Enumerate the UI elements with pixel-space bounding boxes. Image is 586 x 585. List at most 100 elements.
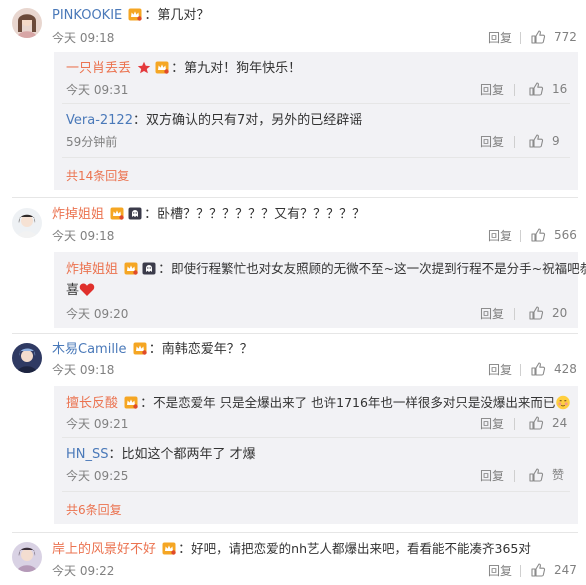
comment-line: 木易Camille ：南韩恋爱年？？ (52, 341, 253, 359)
reply-text: 喜 (66, 283, 80, 298)
reply-button[interactable]: 回复 (480, 82, 504, 98)
like-count: 20 (552, 306, 568, 320)
like-count: 16 (552, 82, 568, 96)
reply-button[interactable]: 回复 (480, 134, 504, 150)
username[interactable]: 一只肖丢丢 (66, 61, 131, 76)
separator: ： (171, 61, 185, 76)
reply-text: 不是恋爱年 只是全爆出来了 也许1716年也一样很多对只是没爆出来而已 (153, 395, 556, 410)
separator: ： (132, 113, 146, 128)
like-thumb-icon (530, 29, 546, 45)
avatar[interactable] (12, 343, 42, 373)
username[interactable]: PINKOOKIE (52, 8, 122, 23)
divider (520, 565, 521, 577)
reply-text: 双方确认的只有7对，另外的已经辟谣 (145, 113, 363, 128)
username[interactable]: 岸上的风景好不好 (52, 542, 156, 557)
like-thumb-icon (528, 81, 544, 97)
reply-button[interactable]: 回复 (488, 228, 512, 244)
username[interactable]: 木易Camille (52, 342, 127, 357)
reply-button[interactable]: 回复 (480, 468, 504, 484)
divider (62, 491, 570, 492)
username[interactable]: 炸掉姐姐 (66, 262, 118, 277)
reply-line: 一只肖丢丢 ：第九对！狗年快乐！ (66, 60, 301, 78)
timestamp: 今天 09:31 (66, 83, 129, 97)
comment-text: 第几对？ (157, 8, 210, 23)
like-count: 247 (554, 563, 577, 577)
divider (520, 32, 521, 44)
timestamp: 今天 09:21 (66, 417, 129, 431)
like-count: 428 (554, 362, 577, 376)
separator: ： (158, 262, 172, 277)
separator: ： (144, 8, 158, 23)
vip-crown-badge (128, 8, 142, 21)
separator: ： (178, 542, 192, 557)
like-thumb-icon (528, 305, 544, 321)
username[interactable]: 炸掉姐姐 (52, 207, 104, 222)
divider (12, 532, 578, 533)
timestamp: 今天 09:18 (52, 229, 115, 243)
reply-button[interactable]: 回复 (480, 306, 504, 322)
comment-text: 好吧，请把恋爱的nh艺人都爆出来吧，看看能不能凑齐365对 (191, 541, 531, 556)
reply-line: HN_SS：比如这个都两年了 才爆 (66, 446, 256, 464)
vip-crown-badge (110, 207, 124, 220)
divider (520, 364, 521, 376)
comment-text: 卧槽？？？？？？？又有？？？？？ (157, 207, 366, 222)
reply-button[interactable]: 回复 (480, 416, 504, 432)
reply-button[interactable]: 回复 (488, 362, 512, 378)
reply-text: 第九对！狗年快乐！ (184, 61, 302, 76)
like-count: 赞 (552, 468, 565, 482)
separator: ： (144, 207, 158, 222)
like-thumb-icon (530, 562, 546, 578)
vip-crown-badge (124, 396, 138, 409)
timestamp: 今天 09:22 (52, 564, 115, 578)
separator: ： (140, 396, 154, 411)
divider (62, 157, 570, 158)
username[interactable]: Vera-2122 (66, 113, 133, 128)
like-count: 566 (554, 228, 577, 242)
timestamp: 今天 09:18 (52, 31, 115, 45)
reply-line-continued: 喜 (66, 282, 95, 300)
divider (62, 103, 570, 104)
reply-line: 炸掉姐姐 ：即使行程繁忙也对女友照顾的无微不至~这一次提到行程不是分手~祝福吧恭 (66, 260, 586, 279)
divider (12, 333, 578, 334)
reply-line: Vera-2122：双方确认的只有7对，另外的已经辟谣 (66, 112, 362, 130)
like-thumb-icon (530, 361, 546, 377)
vip-crown-badge (133, 342, 147, 355)
more-replies-link[interactable]: 共14条回复 (66, 168, 129, 184)
divider (514, 470, 515, 482)
timestamp: 59分钟前 (66, 135, 118, 149)
comment-line: PINKOOKIE ：第几对？ (52, 7, 209, 25)
vip-crown-badge (155, 61, 169, 74)
timestamp: 今天 09:25 (66, 469, 129, 483)
like-count: 9 (552, 134, 560, 148)
username[interactable]: HN_SS (66, 447, 109, 462)
avatar[interactable] (12, 8, 42, 38)
blush-emoji (556, 395, 571, 410)
divider (12, 197, 578, 198)
vip-crown-badge (162, 542, 176, 555)
reply-text: 比如这个都两年了 才爆 (121, 447, 256, 462)
username[interactable]: 擅长反酸 (66, 396, 118, 411)
reply-button[interactable]: 回复 (488, 30, 512, 46)
reply-text: 即使行程繁忙也对女友照顾的无微不至~这一次提到行程不是分手~祝福吧恭 (171, 261, 586, 276)
divider (514, 308, 515, 320)
avatar[interactable] (12, 542, 42, 572)
reply-box: 炸掉姐姐 ：即使行程繁忙也对女友照顾的无微不至~这一次提到行程不是分手~祝福吧恭… (54, 252, 586, 328)
separator: ： (108, 447, 122, 462)
divider (514, 418, 515, 430)
like-count: 772 (554, 30, 577, 44)
more-replies-link[interactable]: 共6条回复 (66, 502, 122, 518)
divider (62, 437, 570, 438)
divider (520, 230, 521, 242)
ghost-badge (128, 207, 142, 220)
like-count: 24 (552, 416, 568, 430)
divider (514, 136, 515, 148)
comment-line: 炸掉姐姐 ：卧槽？？？？？？？又有？？？？？ (52, 206, 365, 224)
vip-crown-badge (124, 262, 138, 275)
avatar[interactable] (12, 208, 42, 238)
reply-box: 一只肖丢丢 ：第九对！狗年快乐！ 今天 09:31 回复 16 Vera-212… (54, 52, 578, 190)
like-thumb-icon (528, 133, 544, 149)
reply-button[interactable]: 回复 (488, 563, 512, 579)
timestamp: 今天 09:18 (52, 363, 115, 377)
star-badge (137, 61, 151, 74)
like-thumb-icon (528, 467, 544, 483)
